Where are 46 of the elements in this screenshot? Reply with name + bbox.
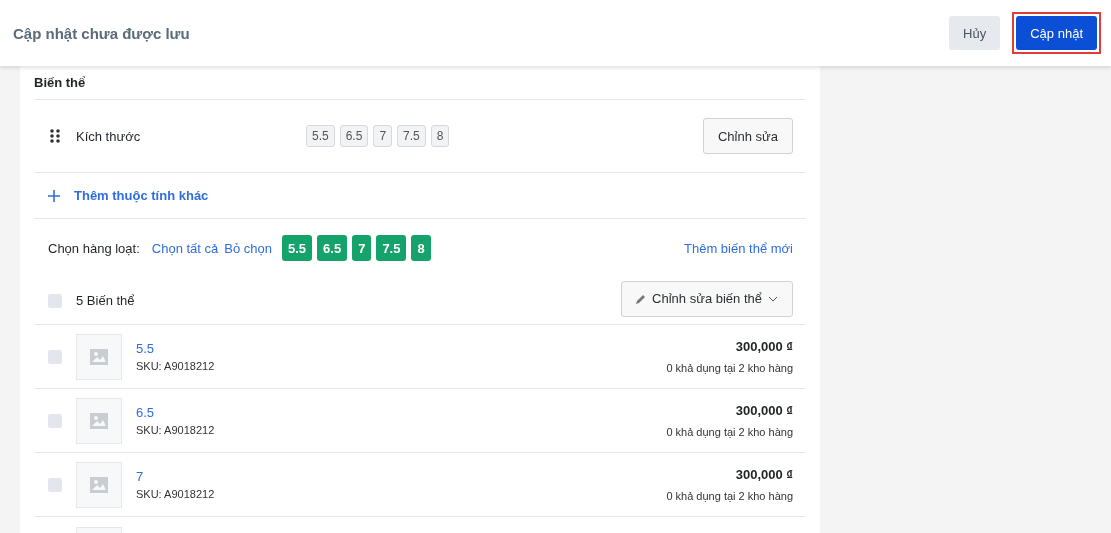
stock-text: 0 khả dụng tại 2 kho hàng (666, 426, 793, 438)
chevron-down-icon (768, 295, 778, 302)
bulk-select-label: Chọn hàng loạt: (48, 240, 140, 256)
edit-button[interactable]: Chỉnh sửa (703, 118, 793, 154)
page-title: Cập nhật chưa được lưu (13, 24, 190, 42)
row-checkbox[interactable] (48, 477, 62, 492)
edit-variants-dropdown[interactable]: Chỉnh sửa biến thể (621, 280, 793, 317)
price-text: 300,000 ₫ (735, 467, 793, 482)
section-title: Biến thể (34, 75, 86, 90)
value-tag: 8 (430, 125, 450, 147)
variant-name-link[interactable]: 6.5 (136, 405, 215, 420)
stock-text: 0 khả dụng tại 2 kho hàng (666, 362, 793, 374)
select-all-link[interactable]: Chọn tất cả (151, 240, 219, 256)
variant-count: 5 Biến thể (76, 293, 135, 308)
row-checkbox[interactable] (48, 349, 62, 364)
cancel-button[interactable]: Hủy (949, 16, 1001, 50)
price-text: 300,000 ₫ (735, 339, 793, 354)
drag-handle-icon[interactable] (50, 129, 60, 143)
image-placeholder-icon (90, 412, 108, 429)
sku-text: SKU: A9018212 (136, 360, 215, 372)
value-tag: 7.5 (397, 125, 426, 147)
add-variant-link[interactable]: Thêm biến thể mới (684, 240, 793, 256)
value-tag: 5.5 (306, 125, 335, 147)
attribute-name: Kích thước (76, 128, 142, 144)
variant-chip[interactable]: 8 (411, 235, 431, 261)
variant-chip[interactable]: 7.5 (376, 235, 407, 261)
stock-text: 0 khả dụng tại 2 kho hàng (666, 490, 793, 502)
variant-name-link[interactable]: 7 (136, 469, 215, 484)
deselect-link[interactable]: Bỏ chọn (224, 240, 272, 256)
plus-icon (48, 189, 60, 202)
variant-chip[interactable]: 5.5 (282, 235, 313, 261)
sku-text: SKU: A9018212 (136, 488, 215, 500)
variant-name-link[interactable]: 5.5 (136, 341, 215, 356)
sku-text: SKU: A9018212 (136, 424, 215, 436)
update-button[interactable]: Cập nhật (1016, 16, 1097, 50)
select-all-checkbox[interactable] (48, 293, 62, 308)
price-text: 300,000 ₫ (735, 403, 793, 418)
add-attribute-link[interactable]: Thêm thuộc tính khác (74, 188, 209, 203)
pencil-icon (636, 293, 647, 304)
variant-chip[interactable]: 7 (352, 235, 372, 261)
image-placeholder-icon (90, 348, 108, 365)
variant-chip[interactable]: 6.5 (317, 235, 348, 261)
image-placeholder-icon (90, 476, 108, 493)
value-tag: 7 (373, 125, 393, 147)
value-tag: 6.5 (339, 125, 369, 147)
row-checkbox[interactable] (48, 413, 62, 428)
